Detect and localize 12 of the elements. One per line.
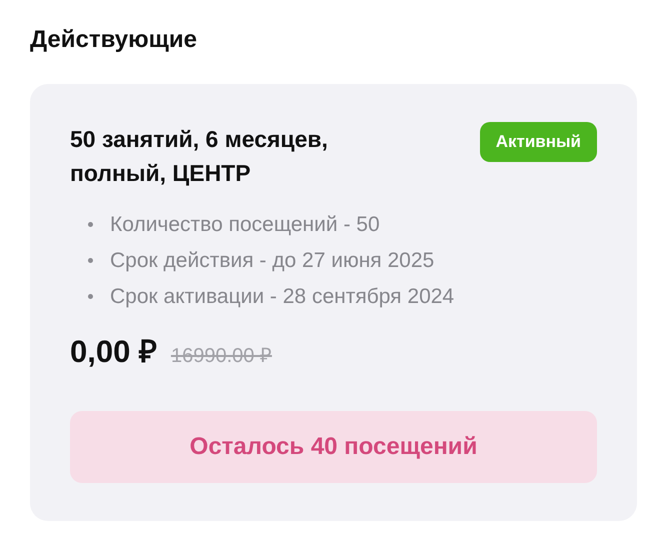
old-price: 16990.00 ₽ [170,344,272,368]
status-badge: Активный [480,122,597,162]
subscription-title: 50 занятий, 6 месяцев, полный, ЦЕНТР [70,125,329,188]
price: 0,00 ₽ [70,333,157,371]
detail-text: Срок действия - до 27 июня 2025 [110,248,434,274]
bullet-icon [88,258,93,263]
bullet-icon [88,222,93,227]
remaining-visits-button[interactable]: Осталось 40 посещений [70,411,597,483]
detail-text: Срок активации - 28 сентября 2024 [110,284,454,310]
section-title: Действующие [30,26,198,54]
bullet-icon [88,294,93,299]
detail-text: Количество посещений - 50 [110,212,380,238]
